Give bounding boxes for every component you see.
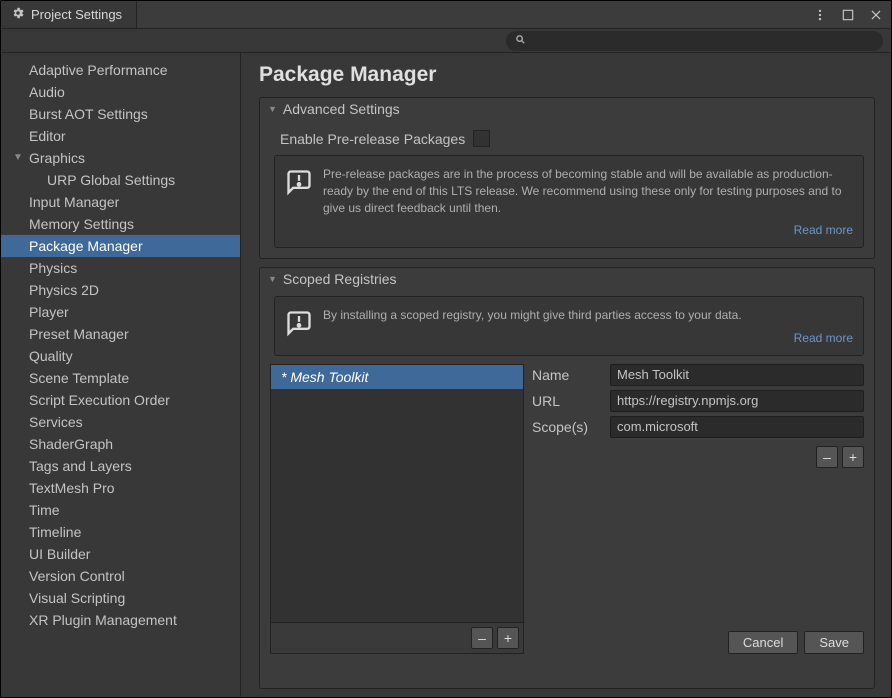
info-icon: [285, 309, 313, 337]
scoped-heading: Scoped Registries: [283, 271, 397, 287]
sidebar-item[interactable]: Input Manager: [1, 191, 240, 213]
url-input[interactable]: [610, 390, 864, 412]
sidebar-item[interactable]: Burst AOT Settings: [1, 103, 240, 125]
sidebar-item[interactable]: Version Control: [1, 565, 240, 587]
page-title: Package Manager: [259, 63, 875, 87]
url-label: URL: [532, 393, 600, 409]
scoped-info-box: By installing a scoped registry, you mig…: [274, 296, 864, 356]
registry-item[interactable]: * Mesh Toolkit: [271, 365, 523, 389]
save-button[interactable]: Save: [804, 631, 864, 654]
titlebar: Project Settings: [1, 1, 891, 29]
window-tab[interactable]: Project Settings: [1, 1, 137, 28]
chevron-down-icon: ▼: [268, 104, 277, 114]
scope-input[interactable]: [610, 416, 864, 438]
scoped-registries-panel: ▼ Scoped Registries By installing a scop…: [259, 267, 875, 689]
sidebar-item[interactable]: Script Execution Order: [1, 389, 240, 411]
sidebar-item[interactable]: Time: [1, 499, 240, 521]
sidebar-item[interactable]: ShaderGraph: [1, 433, 240, 455]
sidebar-item[interactable]: Quality: [1, 345, 240, 367]
advanced-heading: Advanced Settings: [283, 101, 400, 117]
advanced-settings-header[interactable]: ▼ Advanced Settings: [260, 98, 874, 120]
more-icon[interactable]: [813, 8, 827, 22]
chevron-down-icon: ▼: [13, 148, 23, 168]
prerelease-info-text: Pre-release packages are in the process …: [323, 167, 842, 215]
sidebar-item[interactable]: Editor: [1, 125, 240, 147]
name-input[interactable]: [610, 364, 864, 386]
registry-form: Name URL Scope(s) – +: [532, 364, 864, 654]
maximize-icon[interactable]: [841, 8, 855, 22]
scoped-body: By installing a scoped registry, you mig…: [260, 290, 874, 688]
search-row: [1, 29, 891, 53]
sidebar-item[interactable]: URP Global Settings: [1, 169, 240, 191]
prerelease-info-box: Pre-release packages are in the process …: [274, 155, 864, 248]
sidebar-item[interactable]: Memory Settings: [1, 213, 240, 235]
sidebar-item[interactable]: Physics: [1, 257, 240, 279]
sidebar-item[interactable]: Scene Template: [1, 367, 240, 389]
close-icon[interactable]: [869, 8, 883, 22]
window-title: Project Settings: [31, 7, 122, 22]
content-area: Adaptive PerformanceAudioBurst AOT Setti…: [1, 53, 891, 697]
form-footer: Cancel Save: [532, 621, 864, 654]
info-icon: [285, 168, 313, 196]
registry-list-body[interactable]: * Mesh Toolkit: [271, 365, 523, 622]
registry-remove-button[interactable]: –: [471, 627, 493, 649]
main-panel: Package Manager ▼ Advanced Settings Enab…: [241, 53, 891, 697]
gear-icon: [11, 6, 25, 23]
sidebar-item[interactable]: Audio: [1, 81, 240, 103]
registry-list-footer: – +: [271, 622, 523, 653]
cancel-button[interactable]: Cancel: [728, 631, 798, 654]
chevron-down-icon: ▼: [268, 274, 277, 284]
prerelease-label: Enable Pre-release Packages: [280, 131, 465, 147]
sidebar-item[interactable]: Player: [1, 301, 240, 323]
sidebar: Adaptive PerformanceAudioBurst AOT Setti…: [1, 53, 241, 697]
search-input[interactable]: [526, 34, 874, 48]
sidebar-item[interactable]: XR Plugin Management: [1, 609, 240, 631]
sidebar-item[interactable]: UI Builder: [1, 543, 240, 565]
sidebar-item[interactable]: Timeline: [1, 521, 240, 543]
sidebar-item[interactable]: Package Manager: [1, 235, 240, 257]
advanced-body: Enable Pre-release Packages Pre-release …: [260, 120, 874, 258]
sidebar-item[interactable]: Adaptive Performance: [1, 59, 240, 81]
scoped-read-more[interactable]: Read more: [323, 330, 853, 347]
registry-row: * Mesh Toolkit – + Name URL: [270, 364, 864, 654]
scoped-info-text: By installing a scoped registry, you mig…: [323, 308, 742, 322]
prerelease-checkbox-row: Enable Pre-release Packages: [270, 126, 864, 155]
sidebar-item[interactable]: Physics 2D: [1, 279, 240, 301]
prerelease-checkbox[interactable]: [473, 130, 490, 147]
titlebar-controls: [813, 8, 891, 22]
search-box[interactable]: [506, 31, 883, 51]
registry-add-button[interactable]: +: [497, 627, 519, 649]
scope-label: Scope(s): [532, 419, 600, 435]
scope-remove-button[interactable]: –: [816, 446, 838, 468]
scope-buttons: – +: [532, 446, 864, 468]
sidebar-item[interactable]: Preset Manager: [1, 323, 240, 345]
scope-add-button[interactable]: +: [842, 446, 864, 468]
sidebar-item[interactable]: Tags and Layers: [1, 455, 240, 477]
sidebar-item[interactable]: Visual Scripting: [1, 587, 240, 609]
registry-list: * Mesh Toolkit – +: [270, 364, 524, 654]
sidebar-item[interactable]: TextMesh Pro: [1, 477, 240, 499]
advanced-settings-panel: ▼ Advanced Settings Enable Pre-release P…: [259, 97, 875, 259]
search-icon: [515, 32, 526, 50]
scoped-registries-header[interactable]: ▼ Scoped Registries: [260, 268, 874, 290]
sidebar-item[interactable]: ▼Graphics: [1, 147, 240, 169]
sidebar-item[interactable]: Services: [1, 411, 240, 433]
name-label: Name: [532, 367, 600, 383]
prerelease-read-more[interactable]: Read more: [323, 222, 853, 239]
